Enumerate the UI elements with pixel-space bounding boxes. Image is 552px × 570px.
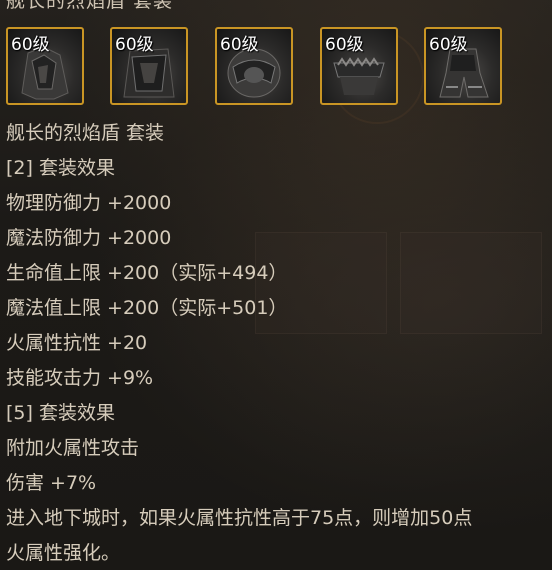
set-item-slots: 60级 60级 60级 60级 60级 [6,27,546,109]
stat-line: 附加火属性攻击 [6,437,140,459]
set-name: 舰长的烈焰盾 套装 [6,122,165,144]
stat-line: 火属性抗性 +20 [6,332,148,354]
set-bonus-header: [2] 套装效果 [6,157,115,179]
set-item-slot[interactable]: 60级 [215,27,293,105]
stat-line: 物理防御力 +2000 [6,192,172,214]
stat-line: 进入地下城时，如果火属性抗性高于75点，则增加50点 [6,507,473,529]
item-set-tooltip: 舰长的烈焰盾 套装 60级 60级 60级 60级 60级 舰长的烈焰盾 套装 … [0,0,552,570]
set-item-slot[interactable]: 60级 [424,27,502,105]
set-bonus-header: [5] 套装效果 [6,402,115,424]
stat-line: 火属性强化。 [6,542,121,564]
stat-line: 生命值上限 +200（实际+494） [6,262,288,284]
set-item-slot[interactable]: 60级 [110,27,188,105]
item-level-label: 60级 [115,35,154,55]
set-item-slot[interactable]: 60级 [6,27,84,105]
set-title-partial: 舰长的烈焰盾 套装 [6,0,174,12]
stat-line: 魔法防御力 +2000 [6,227,172,249]
set-item-slot[interactable]: 60级 [320,27,398,105]
item-level-label: 60级 [325,35,364,55]
item-level-label: 60级 [11,35,50,55]
item-level-label: 60级 [220,35,259,55]
item-level-label: 60级 [429,35,468,55]
stat-line: 技能攻击力 +9% [6,367,154,389]
stat-line: 魔法值上限 +200（实际+501） [6,297,288,319]
stat-line: 伤害 +7% [6,472,97,494]
set-description: 舰长的烈焰盾 套装 [2] 套装效果 物理防御力 +2000 魔法防御力 +20… [6,116,550,570]
